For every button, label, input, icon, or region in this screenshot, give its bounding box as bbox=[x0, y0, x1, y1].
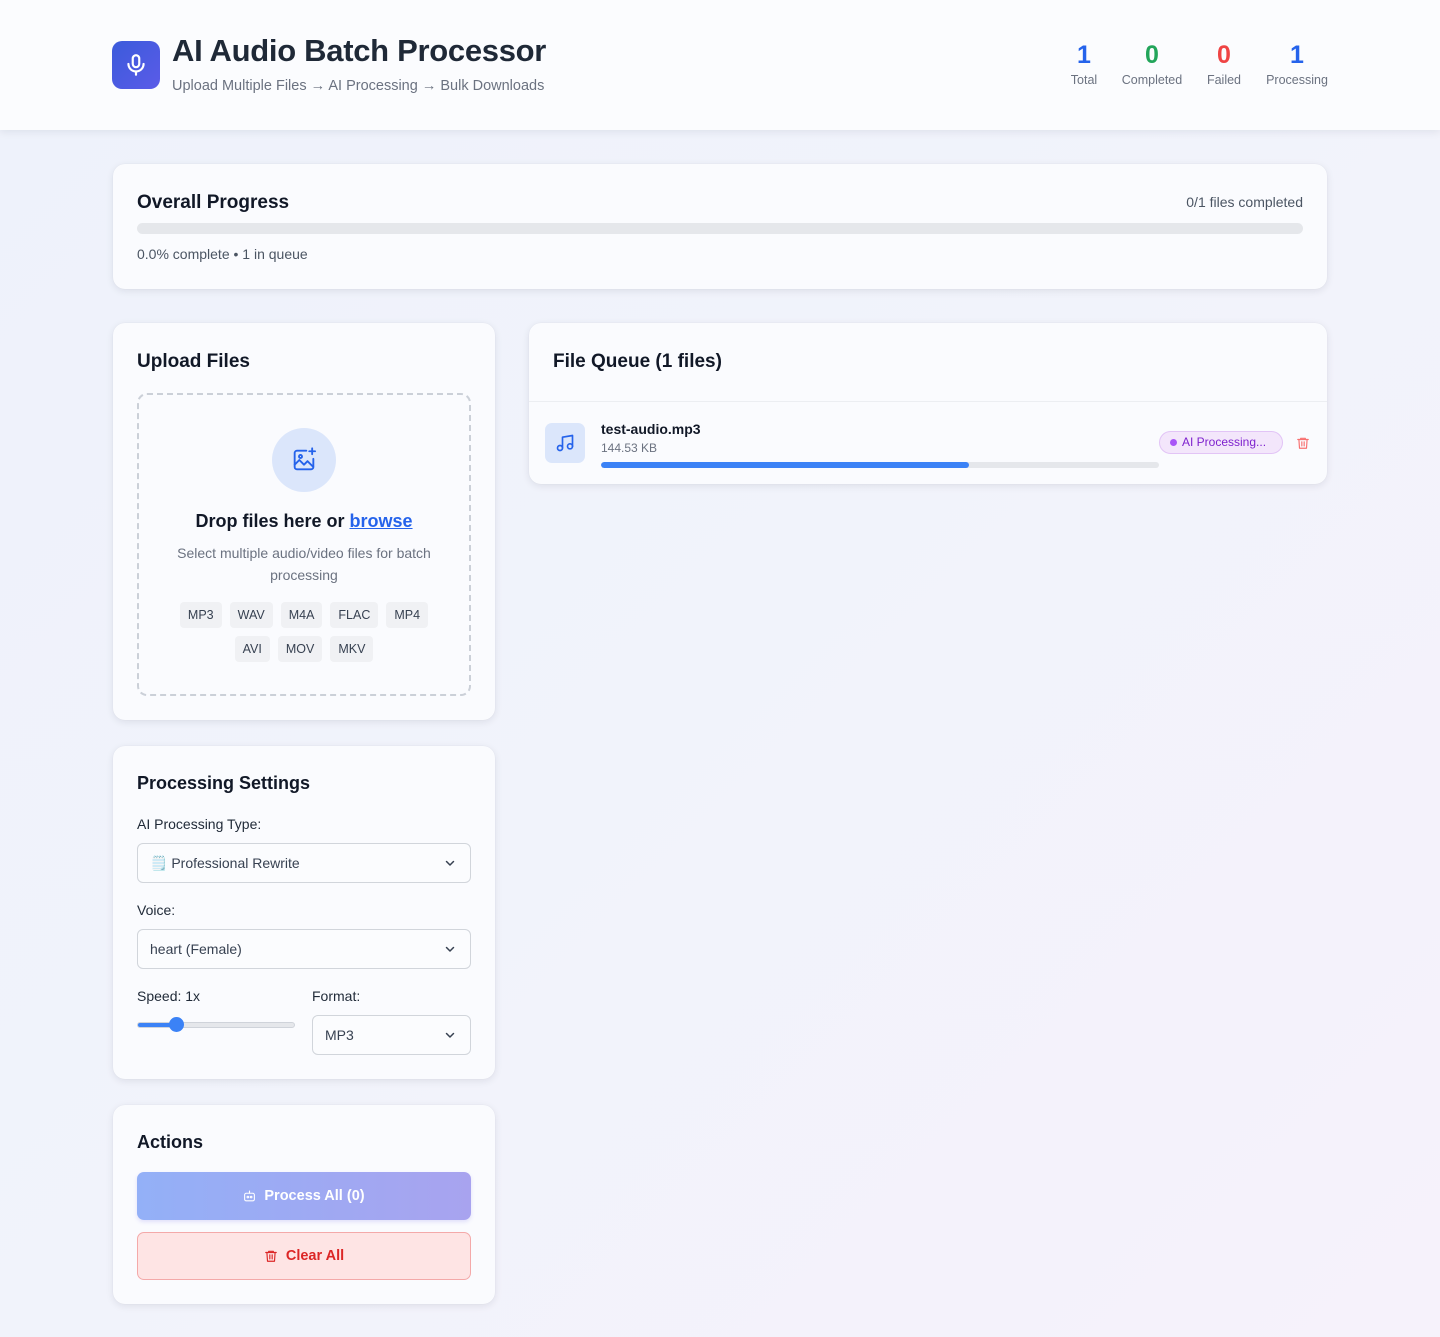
robot-icon bbox=[244, 1190, 256, 1201]
overall-progress-card: Overall Progress 0/1 files completed 0.0… bbox=[113, 164, 1327, 289]
music-note-icon bbox=[545, 423, 585, 463]
processing-type-select[interactable]: 🗒️ Professional Rewrite bbox=[137, 843, 471, 883]
file-dropzone[interactable]: Drop files here or browse Select multipl… bbox=[137, 393, 471, 696]
drop-heading: Drop files here or browse bbox=[139, 511, 469, 532]
format-select[interactable]: MP3 bbox=[312, 1015, 471, 1055]
file-size: 144.53 KB bbox=[601, 441, 658, 455]
stat-total-value: 1 bbox=[1077, 41, 1091, 69]
browse-link[interactable]: browse bbox=[350, 511, 413, 531]
stat-failed: 0 Failed bbox=[1198, 40, 1250, 87]
file-queue-title: File Queue (1 files) bbox=[553, 351, 722, 372]
format-tag: FLAC bbox=[330, 602, 379, 628]
format-tag: M4A bbox=[280, 602, 323, 628]
format-tag: MP3 bbox=[179, 602, 222, 628]
chevron-down-icon bbox=[445, 860, 455, 866]
processing-type-value: 🗒️ Professional Rewrite bbox=[150, 855, 300, 871]
app-header: AI Audio Batch Processor Upload Multiple… bbox=[0, 0, 1440, 130]
drop-description: Select multiple audio/video files for ba… bbox=[177, 545, 431, 583]
stat-failed-value: 0 bbox=[1217, 41, 1231, 69]
app-title: AI Audio Batch Processor bbox=[172, 33, 547, 68]
voice-label: Voice: bbox=[137, 902, 176, 918]
image-add-icon bbox=[272, 428, 336, 492]
voice-value: heart (Female) bbox=[150, 941, 242, 957]
format-tag: AVI bbox=[234, 636, 270, 662]
actions-card: Actions Process All (0) Clear All bbox=[113, 1105, 495, 1304]
process-all-button[interactable]: Process All (0) bbox=[137, 1172, 471, 1220]
format-value: MP3 bbox=[325, 1027, 354, 1043]
clear-all-label: Clear All bbox=[285, 1248, 345, 1264]
file-progress-bar bbox=[601, 462, 1159, 468]
settings-title: Processing Settings bbox=[137, 773, 311, 793]
speed-slider-thumb[interactable] bbox=[169, 1017, 184, 1032]
stat-total-label: Total bbox=[1070, 73, 1098, 87]
stat-total: 1 Total bbox=[1060, 40, 1108, 87]
processing-type-label: AI Processing Type: bbox=[137, 816, 262, 832]
status-text: AI Processing... bbox=[1182, 435, 1267, 449]
divider bbox=[529, 401, 1327, 402]
format-tag: WAV bbox=[229, 602, 273, 628]
format-tag: MOV bbox=[277, 636, 323, 662]
drop-text: Drop files here or bbox=[195, 511, 350, 531]
format-tag: MP4 bbox=[386, 602, 429, 628]
trash-icon bbox=[265, 1250, 277, 1262]
stat-completed-label: Completed bbox=[1121, 73, 1183, 87]
format-tag: MKV bbox=[330, 636, 374, 662]
speed-label: Speed: 1x bbox=[137, 988, 201, 1004]
stat-completed: 0 Completed bbox=[1112, 40, 1192, 87]
file-progress-fill bbox=[601, 462, 970, 468]
chevron-down-icon bbox=[445, 1032, 455, 1038]
files-completed-count: 0/1 files completed bbox=[1186, 194, 1303, 210]
overall-progress-summary: 0.0% complete • 1 in queue bbox=[137, 246, 308, 262]
status-dot bbox=[1170, 439, 1177, 446]
clear-all-button[interactable]: Clear All bbox=[137, 1232, 471, 1280]
stat-failed-label: Failed bbox=[1206, 73, 1242, 87]
overall-progress-title: Overall Progress bbox=[137, 192, 290, 213]
format-tags-row: MP3 WAV M4A FLAC MP4 bbox=[139, 602, 469, 628]
stat-completed-value: 0 bbox=[1145, 41, 1159, 69]
stat-processing-label: Processing bbox=[1266, 73, 1328, 87]
upload-card: Upload Files Drop files here or browse S… bbox=[113, 323, 495, 720]
process-all-label: Process All (0) bbox=[264, 1188, 365, 1204]
actions-title: Actions bbox=[137, 1132, 204, 1152]
stat-processing-value: 1 bbox=[1290, 41, 1304, 69]
voice-select[interactable]: heart (Female) bbox=[137, 929, 471, 969]
microphone-icon bbox=[112, 41, 160, 89]
stat-processing: 1 Processing bbox=[1256, 40, 1338, 87]
speed-slider[interactable] bbox=[137, 1022, 295, 1028]
format-label: Format: bbox=[312, 988, 361, 1004]
format-tags-row: AVI MOV MKV bbox=[139, 636, 469, 662]
processing-settings-card: Processing Settings AI Processing Type: … bbox=[113, 746, 495, 1079]
status-badge: AI Processing... bbox=[1159, 431, 1283, 454]
file-queue-card: File Queue (1 files) test-audio.mp3 144.… bbox=[529, 323, 1327, 484]
trash-icon[interactable] bbox=[1296, 435, 1310, 451]
file-name: test-audio.mp3 bbox=[601, 421, 701, 437]
overall-progress-bar bbox=[137, 223, 1303, 234]
upload-title: Upload Files bbox=[137, 351, 250, 372]
app-subtitle: Upload Multiple Files → AI Processing → … bbox=[172, 78, 545, 94]
chevron-down-icon bbox=[445, 946, 455, 952]
